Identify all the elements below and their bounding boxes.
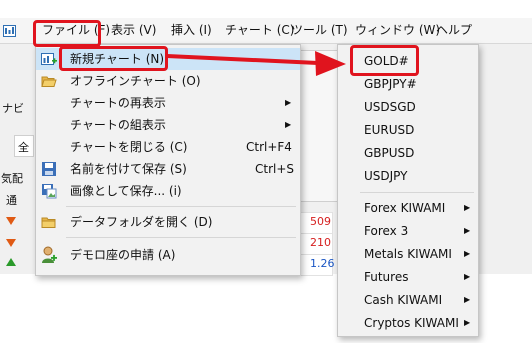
group-label: Forex KIWAMI xyxy=(364,201,446,215)
symbol-item-usdsgd[interactable]: USDSGD xyxy=(338,96,478,118)
save-as-label: 名前を付けて保存 (S) xyxy=(70,162,187,176)
menu-window[interactable]: ウィンドウ (W) xyxy=(355,18,440,43)
quote-value: 1.26 xyxy=(310,257,335,270)
menu-charts[interactable]: チャート (C) xyxy=(225,18,294,43)
symbol-item-gbpjpy[interactable]: GBPJPY# xyxy=(338,73,478,95)
menu-view[interactable]: 表示 (V) xyxy=(111,18,156,43)
group-futures[interactable]: Futures ▶ xyxy=(338,266,478,288)
group-cryptos-kiwami[interactable]: Cryptos KIWAMI ▶ xyxy=(338,312,478,334)
close-chart-item[interactable]: チャートを閉じる (C) Ctrl+F4 xyxy=(36,136,300,158)
save-as-picture-item[interactable]: 画像として保存... (i) xyxy=(36,180,300,202)
symbol-item-usdjpy[interactable]: USDJPY xyxy=(338,165,478,187)
group-label: Cryptos KIWAMI xyxy=(364,316,459,330)
submenu-arrow-icon: ▶ xyxy=(285,120,292,129)
save-as-picture-label: 画像として保存... (i) xyxy=(70,184,182,198)
save-image-icon xyxy=(41,183,57,199)
submenu-arrow-icon: ▶ xyxy=(285,98,292,107)
symbol-submenu: GOLD# GBPJPY# USDSGD EURUSD GBPUSD USDJP… xyxy=(337,44,479,337)
profiles-item[interactable]: チャートの組表示 ▶ xyxy=(36,114,300,136)
offline-chart-item[interactable]: オフラインチャート (O) xyxy=(36,70,300,92)
symbol-item-gbpusd[interactable]: GBPUSD xyxy=(338,142,478,164)
open-data-folder-label: データフォルダを開く (D) xyxy=(70,215,213,229)
group-label: Forex 3 xyxy=(364,224,409,238)
file-menu: 新規チャート (N) オフラインチャート (O) チャートの再表示 ▶ チャート… xyxy=(35,44,301,276)
submenu-arrow-icon: ▶ xyxy=(464,249,471,258)
arrow-down-icon xyxy=(6,217,16,225)
symbol-label: GBPJPY# xyxy=(364,77,417,91)
highlight-box-file-menu xyxy=(33,20,101,47)
menu-separator xyxy=(360,192,474,193)
toolbar-panel xyxy=(300,50,338,202)
symbol-item-eurusd[interactable]: EURUSD xyxy=(338,119,478,141)
group-cash-kiwami[interactable]: Cash KIWAMI ▶ xyxy=(338,289,478,311)
symbol-label: EURUSD xyxy=(364,123,415,137)
save-as-item[interactable]: 名前を付けて保存 (S) Ctrl+S xyxy=(36,158,300,180)
highlight-box-new-chart xyxy=(59,46,168,71)
reopen-chart-label: チャートの再表示 xyxy=(70,96,166,110)
demo-account-icon xyxy=(41,246,57,264)
tab-fragment-label: 全 xyxy=(18,141,29,154)
demo-account-item[interactable]: デモロ座の申請 (A) xyxy=(36,244,300,266)
quote-value: 509 xyxy=(310,215,331,228)
navigator-fragment: ナビ xyxy=(2,102,24,115)
save-as-shortcut: Ctrl+S xyxy=(255,162,295,176)
group-metals-kiwami[interactable]: Metals KIWAMI ▶ xyxy=(338,243,478,265)
market-watch-fragment: 気配 xyxy=(1,172,23,185)
menu-separator xyxy=(66,206,296,207)
new-chart-icon xyxy=(41,51,57,67)
submenu-arrow-icon: ▶ xyxy=(464,226,471,235)
arrow-up-icon xyxy=(6,258,16,266)
folder-icon xyxy=(41,214,57,230)
submenu-arrow-icon: ▶ xyxy=(464,295,471,304)
symbol-label: GBPUSD xyxy=(364,146,415,160)
close-chart-shortcut: Ctrl+F4 xyxy=(246,140,292,154)
reopen-chart-item[interactable]: チャートの再表示 ▶ xyxy=(36,92,300,114)
menu-insert[interactable]: 挿入 (I) xyxy=(171,18,212,43)
save-icon xyxy=(41,161,57,177)
symbol-label: USDSGD xyxy=(364,100,416,114)
demo-account-label: デモロ座の申請 (A) xyxy=(70,248,176,262)
submenu-arrow-icon: ▶ xyxy=(464,203,471,212)
folder-open-icon xyxy=(41,73,57,89)
menu-help[interactable]: ヘルプ xyxy=(436,18,472,43)
submenu-arrow-icon: ▶ xyxy=(464,272,471,281)
highlight-box-gold xyxy=(350,45,419,76)
group-label: Metals KIWAMI xyxy=(364,247,452,261)
offline-chart-label: オフラインチャート (O) xyxy=(70,74,201,88)
symbol-column-fragment: 通 xyxy=(6,194,17,207)
group-forex-kiwami[interactable]: Forex KIWAMI ▶ xyxy=(338,197,478,219)
app-icon xyxy=(3,25,16,37)
menu-tools[interactable]: ツール (T) xyxy=(291,18,348,43)
group-label: Cash KIWAMI xyxy=(364,293,443,307)
quote-value: 210 xyxy=(310,236,331,249)
profiles-label: チャートの組表示 xyxy=(70,118,166,132)
arrow-down-icon xyxy=(6,239,16,247)
group-forex-3[interactable]: Forex 3 ▶ xyxy=(338,220,478,242)
open-data-folder-item[interactable]: データフォルダを開く (D) xyxy=(36,211,300,233)
menu-separator xyxy=(66,237,296,238)
group-label: Futures xyxy=(364,270,409,284)
submenu-arrow-icon: ▶ xyxy=(464,318,471,327)
close-chart-label: チャートを閉じる (C) xyxy=(70,140,188,154)
symbol-label: USDJPY xyxy=(364,169,408,183)
